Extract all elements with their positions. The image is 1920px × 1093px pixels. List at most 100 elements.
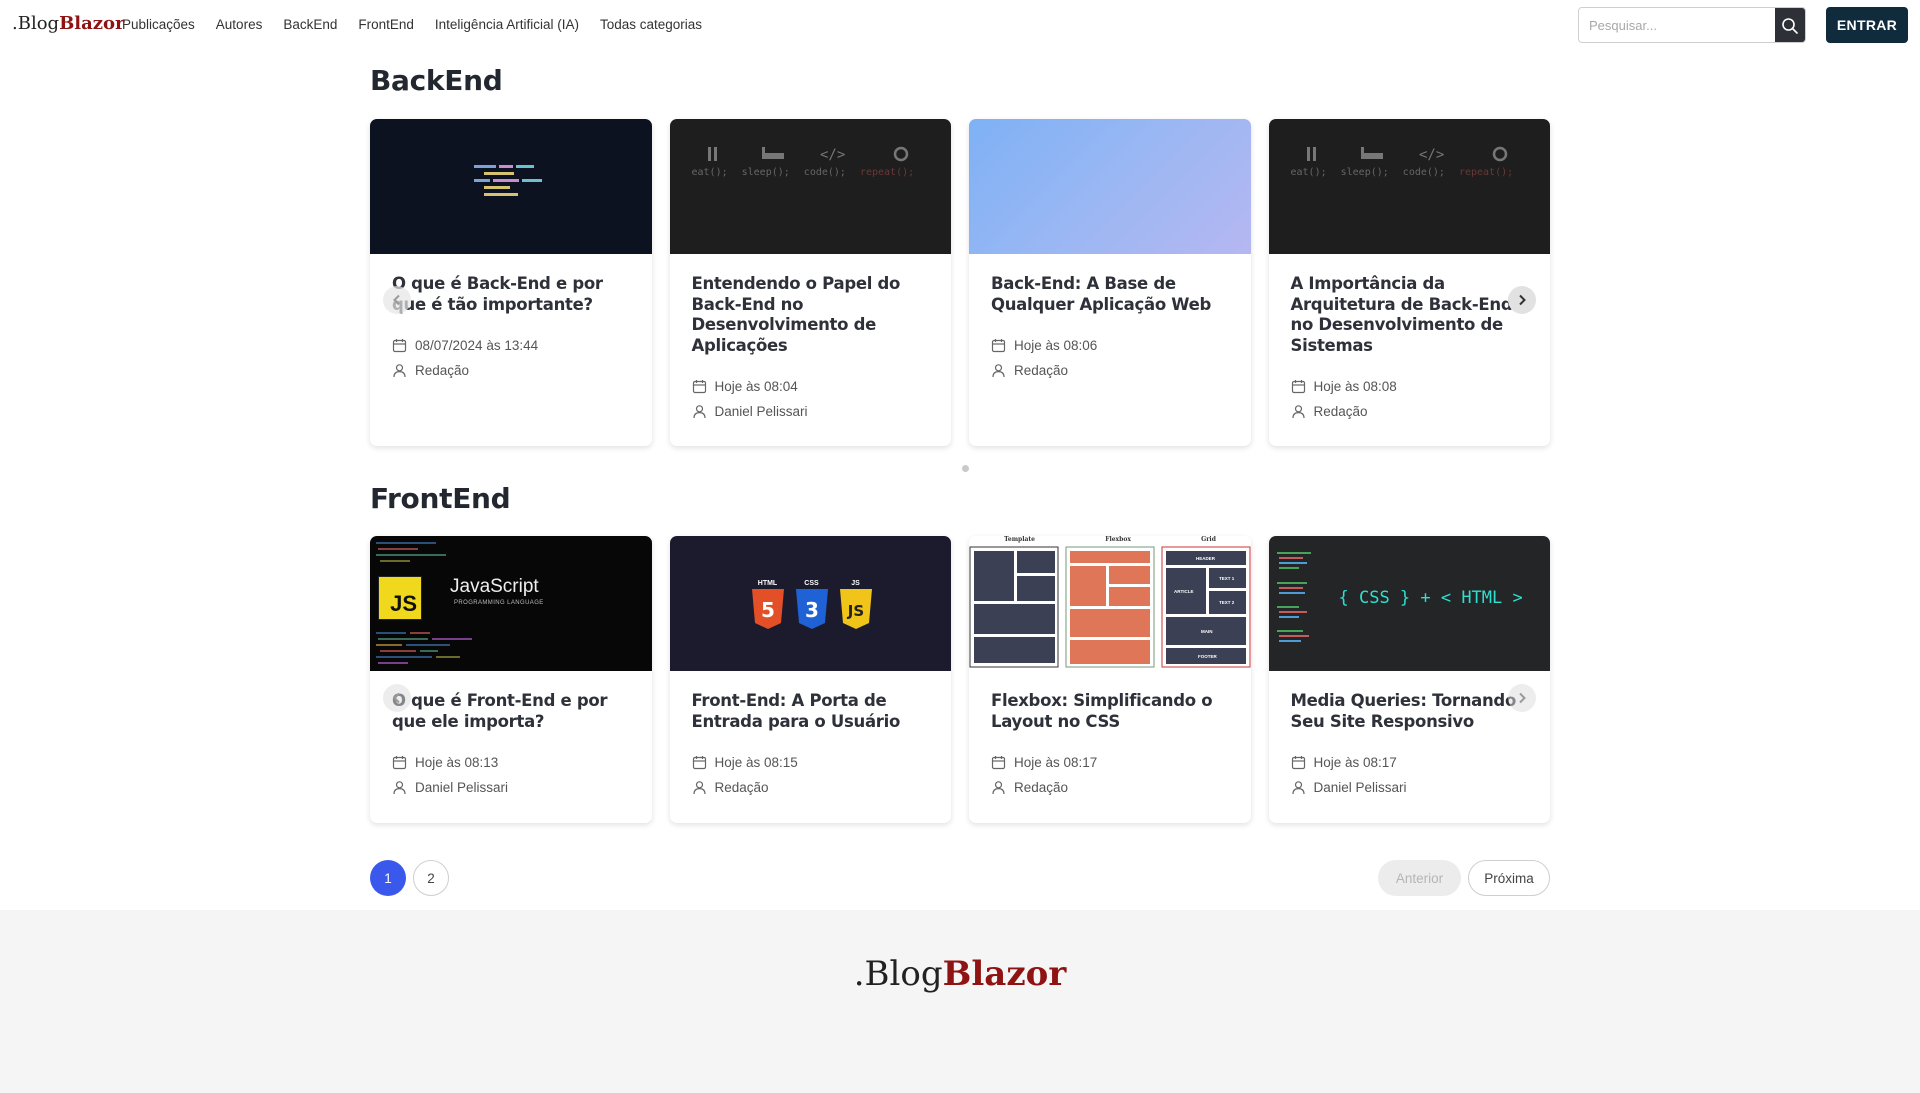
post-author[interactable]: Daniel Pelissari <box>415 780 508 795</box>
post-date: Hoje às 08:17 <box>1313 755 1397 770</box>
page-button-1[interactable]: 1 <box>370 860 406 896</box>
page-button-2[interactable]: 2 <box>413 860 449 896</box>
user-icon <box>692 405 706 419</box>
post-title: O que é Back-End e por que é tão importa… <box>392 274 603 314</box>
post-thumbnail <box>370 119 652 254</box>
post-author[interactable]: Daniel Pelissari <box>1314 780 1407 795</box>
svg-text:3: 3 <box>805 598 819 622</box>
grid-label-article: ARTICLE <box>1174 589 1194 594</box>
user-icon <box>992 781 1005 795</box>
grid-label-main: MAIN <box>1201 629 1213 634</box>
nav-item-ia[interactable]: Inteligência Artificial (IA) <box>435 17 579 32</box>
chevron-right-icon <box>1519 294 1526 306</box>
user-icon <box>1291 781 1305 795</box>
top-navbar: .BlogBlazor Publicações Autores BackEnd … <box>0 0 1920 50</box>
html-label: HTML <box>757 580 778 587</box>
footer-logo[interactable]: .BlogBlazor <box>0 954 1920 994</box>
search-input[interactable] <box>1579 8 1775 42</box>
post-card[interactable]: Back-End: A Base de Qualquer Aplicação W… <box>969 119 1251 446</box>
prev-page-button[interactable]: Anterior <box>1378 860 1461 896</box>
user-icon <box>992 364 1005 378</box>
main-nav: Publicações Autores BackEnd FrontEnd Int… <box>122 17 702 32</box>
logo-brand: Blazor <box>59 13 125 34</box>
calendar-icon <box>392 756 407 770</box>
esc-icons: </> <box>707 146 908 163</box>
post-title: O que é Front-End e por que ele importa? <box>392 691 608 731</box>
grid-label-header: HEADER <box>1196 556 1216 561</box>
svg-text:</>: </> <box>1419 147 1444 163</box>
post-author[interactable]: Redação <box>1014 780 1068 795</box>
esc-icons: </> <box>1306 146 1507 163</box>
nav-item-backend[interactable]: BackEnd <box>283 17 337 32</box>
footer-logo-prefix: .Blog <box>853 954 943 994</box>
section-title-frontend: FrontEnd <box>370 482 511 515</box>
post-author[interactable]: Redação <box>1314 404 1368 419</box>
next-page-button[interactable]: Próxima <box>1468 860 1550 896</box>
svg-text:</>: </> <box>820 147 845 163</box>
calendar-icon <box>1291 380 1305 394</box>
carousel-next-button[interactable] <box>1508 286 1536 314</box>
post-card[interactable]: eat(); sleep(); code(); repeat(); </> A … <box>1268 119 1550 446</box>
post-card[interactable]: { CSS } + < HTML > Media Queries: Tornan… <box>1268 536 1550 823</box>
carousel-indicator-dot[interactable] <box>962 465 969 472</box>
post-title: A Importância da Arquitetura de Back-End… <box>1290 274 1513 355</box>
section-title-backend: BackEnd <box>370 64 503 97</box>
grid-label-footer: FOOTER <box>1198 654 1217 659</box>
post-date: 08/07/2024 às 13:44 <box>415 338 539 353</box>
search-icon <box>1782 18 1798 34</box>
post-title: Flexbox: Simplificando o Layout no CSS <box>991 691 1213 731</box>
carousel-prev-button[interactable] <box>383 286 411 314</box>
nav-item-publicacoes[interactable]: Publicações <box>122 17 195 32</box>
post-card[interactable]: Template Flexbox Grid HEADER TEXT 1 ARTI… <box>969 536 1251 823</box>
footer: .BlogBlazor <box>0 910 1920 1093</box>
post-author[interactable]: Redação <box>715 780 769 795</box>
post-thumbnail: HTML 5 CSS 3 JS JS <box>669 536 951 671</box>
post-card[interactable]: HTML 5 CSS 3 JS JS Front-End: A Porta de… <box>669 536 951 823</box>
post-author[interactable]: Redação <box>1014 363 1068 378</box>
footer-logo-brand: Blazor <box>942 954 1067 994</box>
post-date: Hoje às 08:08 <box>1313 379 1397 394</box>
svg-text:JS: JS <box>846 602 863 620</box>
post-date: Hoje às 08:17 <box>1014 755 1098 770</box>
code-lines-decor <box>376 542 472 664</box>
post-card[interactable]: O que é Back-End e por que é tão importa… <box>370 119 652 446</box>
code-snippet-image <box>474 165 542 196</box>
site-logo[interactable]: .BlogBlazor <box>12 13 125 34</box>
calendar-icon <box>1291 756 1305 770</box>
post-title: Entendendo o Papel do Back-End no Desenv… <box>691 274 901 355</box>
chevron-left-icon <box>393 294 400 306</box>
backend-carousel: O que é Back-End e por que é tão importa… <box>370 119 1550 446</box>
nav-item-frontend[interactable]: FrontEnd <box>358 17 414 32</box>
grid-label-text2: TEXT 2 <box>1219 600 1235 605</box>
calendar-icon <box>991 339 1006 353</box>
js-shield-icon: JS <box>839 589 872 629</box>
post-date: Hoje às 08:13 <box>415 755 499 770</box>
post-title: Front-End: A Porta de Entrada para o Usu… <box>691 691 901 731</box>
chevron-left-icon <box>393 692 400 704</box>
post-thumbnail <box>969 119 1251 254</box>
post-author[interactable]: Daniel Pelissari <box>715 404 808 419</box>
calendar-icon <box>692 380 706 394</box>
nav-item-autores[interactable]: Autores <box>216 17 263 32</box>
post-thumbnail: eat(); sleep(); code(); repeat(); </> <box>1268 119 1550 254</box>
post-card[interactable]: JS JavaScript PROGRAMMING LANGUAGE O que… <box>370 536 652 823</box>
login-button[interactable]: ENTRAR <box>1826 7 1908 43</box>
post-date: Hoje às 08:15 <box>714 755 798 770</box>
chevron-right-icon <box>1519 692 1526 704</box>
post-author[interactable]: Redação <box>415 363 469 378</box>
js-label: JS <box>851 580 860 587</box>
css3-icon: 3 <box>795 589 828 629</box>
calendar-icon <box>392 339 407 353</box>
nav-item-todas-categorias[interactable]: Todas categorias <box>600 17 702 32</box>
html-css-js-logos: HTML 5 CSS 3 JS JS <box>750 580 874 634</box>
user-icon <box>1291 405 1305 419</box>
post-date: Hoje às 08:06 <box>1014 338 1098 353</box>
post-thumbnail: eat(); sleep(); code(); repeat(); </> <box>669 119 951 254</box>
carousel-prev-button[interactable] <box>383 684 411 712</box>
frontend-carousel: JS JavaScript PROGRAMMING LANGUAGE O que… <box>370 536 1550 823</box>
grid-labels: HEADER TEXT 1 ARTICLE TEXT 2 MAIN FOOTER <box>969 536 1251 671</box>
carousel-next-button[interactable] <box>1508 684 1536 712</box>
post-card[interactable]: eat(); sleep(); code(); repeat(); </> En… <box>669 119 951 446</box>
post-date: Hoje às 08:04 <box>714 379 798 394</box>
search-button[interactable] <box>1775 8 1805 42</box>
